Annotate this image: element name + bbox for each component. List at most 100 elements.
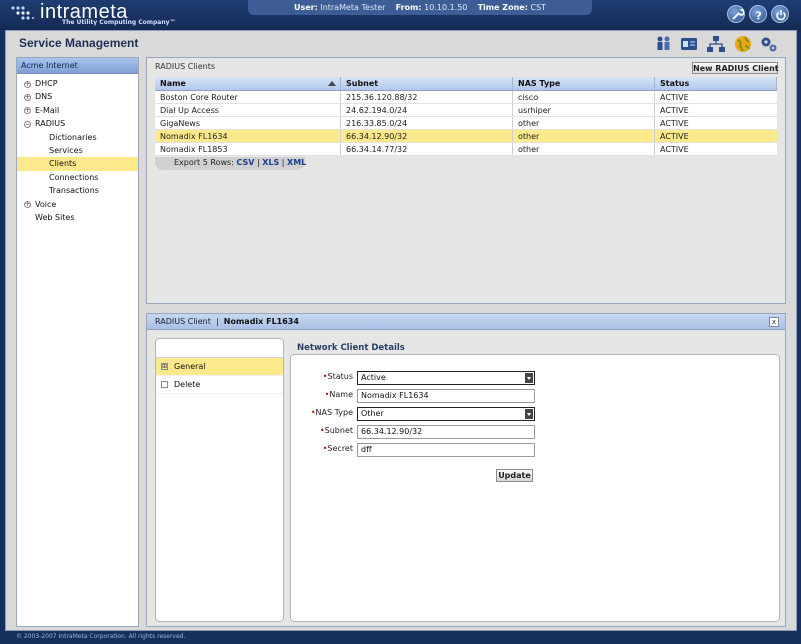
update-button[interactable]: Update — [496, 469, 533, 482]
power-icon[interactable] — [771, 5, 789, 23]
table-row[interactable]: GigaNews 216.33.85.0/24 other ACTIVE — [155, 117, 777, 130]
table-cell: Nomadix FL1853 — [155, 143, 341, 155]
expand-box-icon: ⊞ — [161, 363, 168, 370]
nav-item-general[interactable]: ⊞ General — [156, 358, 283, 376]
field-label-text: Subnet — [324, 426, 353, 435]
gears-icon[interactable] — [759, 34, 779, 54]
column-header-name[interactable]: Name — [155, 77, 341, 90]
column-header-nas-type[interactable]: NAS Type — [513, 77, 655, 90]
sidebar-tree: Acme Internet + DHCP + DNS + E-Mail − RADIUS Dic… — [16, 57, 139, 627]
copyright: © 2003-2007 IntraMeta Corporation. All r… — [16, 633, 186, 640]
nav-item-label: Delete — [174, 380, 201, 389]
sidebar-item-label: DHCP — [35, 79, 58, 88]
name-field[interactable]: Nomadix FL1634 — [357, 389, 535, 403]
globe-icon[interactable] — [733, 34, 753, 54]
expand-icon[interactable]: + — [24, 80, 31, 88]
subnet-field[interactable]: 66.34.12.90/32 — [357, 425, 535, 439]
table-cell: 216.33.85.0/24 — [341, 117, 513, 129]
from-label: From: — [395, 3, 422, 12]
sidebar-item-dhcp[interactable]: + DHCP — [17, 77, 138, 90]
detail-section-label: RADIUS Client — [155, 317, 211, 326]
sidebar-item-label: Clients — [49, 159, 77, 169]
table-cell: 215.36.120.88/32 — [341, 91, 513, 103]
field-value: dff — [361, 445, 372, 454]
table-cell: other — [513, 117, 655, 129]
id-card-icon[interactable] — [679, 34, 699, 54]
form-row: •Status Active — [291, 371, 691, 385]
table-row[interactable]: Boston Core Router 215.36.120.88/32 cisco A… — [155, 91, 777, 104]
table-row[interactable]: Nomadix FL1634 66.34.12.90/32 other ACTIVE — [155, 130, 777, 143]
form-row: •Name Nomadix FL1634 — [291, 389, 691, 403]
table-body: Boston Core Router 215.36.120.88/32 cisco A… — [155, 91, 777, 156]
svg-text:?: ? — [756, 10, 762, 23]
sidebar-item-label: Dictionaries — [49, 132, 97, 142]
sidebar-item-e-mail[interactable]: + E-Mail — [17, 104, 138, 117]
field-label-text: Status — [327, 372, 354, 381]
dropdown-arrow-icon[interactable] — [525, 409, 533, 419]
sidebar-item-clients[interactable]: Clients — [17, 157, 138, 171]
network-icon[interactable] — [706, 34, 726, 54]
field-value: Other — [361, 409, 384, 418]
export-csv-link[interactable]: CSV — [236, 158, 254, 167]
export-xml-link[interactable]: XML — [287, 158, 306, 167]
export-separator: | — [256, 158, 260, 167]
sidebar-item-web-sites[interactable]: Web Sites — [17, 211, 138, 224]
detail-nav: ⊞ General Delete — [155, 338, 284, 622]
dropdown-arrow-icon[interactable] — [525, 373, 533, 383]
sidebar-item-label: Web Sites — [35, 212, 75, 222]
timezone-label: Time Zone: — [477, 3, 528, 12]
expand-icon[interactable]: + — [24, 201, 31, 209]
sidebar-item-connections[interactable]: Connections — [17, 171, 138, 184]
help-icon[interactable]: ? — [749, 5, 767, 23]
table-cell: ACTIVE — [660, 132, 689, 141]
expand-icon[interactable]: + — [24, 107, 31, 115]
network-client-form: •Status Active •Name Nomadix FL1634 •NAS Typ… — [290, 354, 780, 622]
nas-type-select[interactable]: Other — [357, 407, 535, 421]
export-bar: Export 5 Rows: CSV | XLS | XML — [155, 157, 306, 170]
collapse-icon[interactable]: − — [24, 120, 31, 128]
nav-item-label: General — [174, 362, 206, 371]
field-label-text: NAS Type — [315, 408, 353, 417]
detail-header: RADIUS Client | Nomadix FL1634 — [147, 314, 785, 330]
table-cell: ACTIVE — [660, 106, 689, 115]
sidebar-item-label: Services — [49, 145, 83, 155]
field-label: •NAS Type — [311, 408, 353, 417]
user-value: IntraMeta Tester — [320, 3, 386, 12]
table-header: Name Subnet NAS Type Status — [155, 77, 777, 91]
table-cell: usrhiper — [513, 104, 655, 116]
tree-list: + DHCP + DNS + E-Mail − RADIUS Dictionaries Servi… — [17, 74, 138, 224]
table-cell: Dial Up Access — [155, 104, 341, 116]
tools-icon[interactable] — [727, 5, 745, 23]
sidebar-item-transactions[interactable]: Transactions — [17, 184, 138, 197]
sidebar-item-radius[interactable]: − RADIUS — [17, 117, 138, 130]
secret-field[interactable]: dff — [357, 443, 535, 457]
column-header-subnet[interactable]: Subnet — [341, 77, 513, 90]
export-xls-link[interactable]: XLS — [262, 158, 279, 167]
sidebar-item-dictionaries[interactable]: Dictionaries — [17, 131, 138, 144]
main-frame: Service Management Acme Internet + DHCP + D… — [5, 30, 797, 631]
timezone-value: CST — [530, 3, 547, 12]
sort-ascending-icon — [328, 81, 336, 86]
sidebar-item-dns[interactable]: + DNS — [17, 90, 138, 103]
close-icon[interactable]: x — [769, 317, 779, 327]
table-cell: ACTIVE — [660, 119, 689, 128]
field-label: •Subnet — [320, 426, 353, 435]
form-row: •Subnet 66.34.12.90/32 — [291, 425, 691, 439]
sidebar-item-voice[interactable]: + Voice — [17, 198, 138, 211]
sidebar-item-label: E-Mail — [35, 105, 60, 115]
sidebar-item-label: Transactions — [49, 186, 99, 196]
table-row[interactable]: Dial Up Access 24.62.194.0/24 usrhiper ACTI… — [155, 104, 777, 117]
column-header-status[interactable]: Status — [655, 77, 777, 90]
nav-spacer — [156, 339, 283, 358]
sidebar-item-label: Connections — [49, 172, 99, 182]
sidebar-item-label: DNS — [35, 92, 53, 102]
expand-icon[interactable]: + — [24, 93, 31, 101]
users-icon[interactable] — [654, 34, 674, 54]
nav-item-delete[interactable]: Delete — [156, 376, 283, 394]
new-radius-client-button[interactable]: New RADIUS Client — [692, 62, 779, 74]
field-label-text: Secret — [327, 444, 353, 453]
sidebar-item-services[interactable]: Services — [17, 144, 138, 157]
table-row[interactable]: Nomadix FL1853 66.34.14.77/32 other ACTIVE — [155, 143, 777, 156]
field-label: •Name — [325, 390, 353, 399]
status-select[interactable]: Active — [357, 371, 535, 385]
